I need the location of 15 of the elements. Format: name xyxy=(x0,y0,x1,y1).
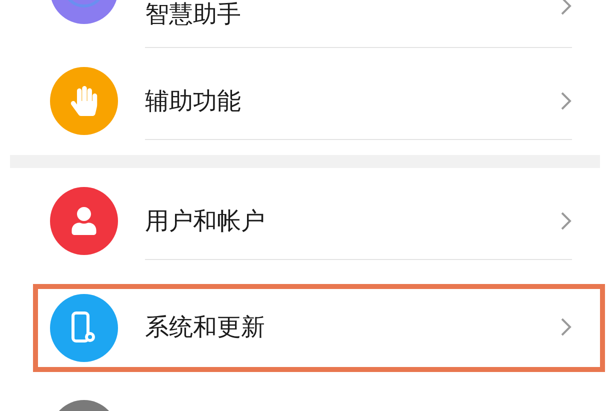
settings-row[interactable]: 系统和更新 xyxy=(33,284,605,372)
chevron-icon xyxy=(560,0,572,16)
setting-label: 辅助功能 xyxy=(145,86,242,115)
settings-row[interactable]: 辅助功能 xyxy=(33,57,605,146)
setting-label: 系统和更新 xyxy=(145,313,266,342)
chevron-icon xyxy=(560,210,572,230)
chevron-icon xyxy=(560,90,572,111)
person-icon xyxy=(70,207,98,235)
phone-gear-icon xyxy=(71,310,97,345)
setting-label: 智慧助手 xyxy=(145,0,242,28)
settings-row[interactable]: 用户和帐户 xyxy=(33,177,605,265)
setting-label: 用户和帐户 xyxy=(145,206,266,234)
chevron-icon xyxy=(560,317,572,338)
settings-row[interactable]: 智慧助手 xyxy=(33,0,605,48)
hand-icon xyxy=(69,86,99,116)
